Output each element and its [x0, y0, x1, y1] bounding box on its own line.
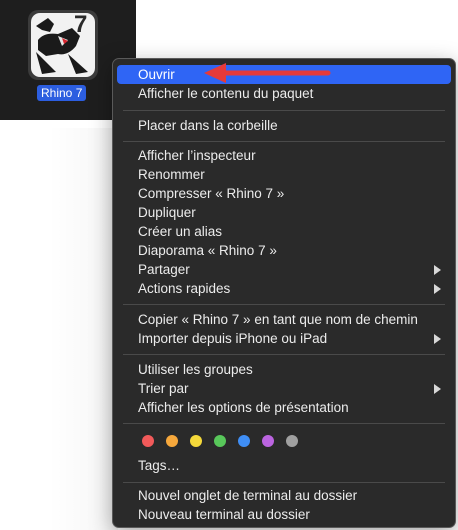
menu-separator — [123, 304, 445, 305]
icon-digit: 7 — [74, 11, 87, 38]
menu-separator — [123, 423, 445, 424]
menu-item-label: Partager — [138, 262, 190, 277]
submenu-arrow-icon — [434, 265, 441, 275]
menu-item-share[interactable]: Partager — [117, 260, 451, 279]
menu-item-make-alias[interactable]: Créer un alias — [117, 222, 451, 241]
menu-item-show-view-options[interactable]: Afficher les options de présentation — [117, 398, 451, 417]
annotation-arrow-icon — [204, 63, 331, 83]
tag-color-dot[interactable] — [166, 435, 178, 447]
menu-item-get-info[interactable]: Afficher l’inspecteur — [117, 146, 451, 165]
menu-item-compress[interactable]: Compresser « Rhino 7 » — [117, 184, 451, 203]
tag-color-dot[interactable] — [262, 435, 274, 447]
menu-shadow — [48, 128, 118, 530]
context-menu: Ouvrir Afficher le contenu du paquet Pla… — [112, 58, 456, 528]
menu-separator — [123, 354, 445, 355]
tag-color-dot[interactable] — [190, 435, 202, 447]
tag-color-dot[interactable] — [286, 435, 298, 447]
menu-item-tags[interactable]: Tags… — [117, 456, 451, 475]
menu-item-duplicate[interactable]: Dupliquer — [117, 203, 451, 222]
submenu-arrow-icon — [434, 384, 441, 394]
tag-color-dot[interactable] — [214, 435, 226, 447]
submenu-arrow-icon — [434, 334, 441, 344]
rhino-app-icon[interactable]: 7 — [28, 10, 98, 80]
rhino-icon: 7 — [31, 11, 95, 77]
menu-item-label: Actions rapides — [138, 281, 231, 296]
tag-color-dot[interactable] — [142, 435, 154, 447]
menu-item-import-from-iphone[interactable]: Importer depuis iPhone ou iPad — [117, 329, 451, 348]
menu-item-new-terminal-tab[interactable]: Nouvel onglet de terminal au dossier — [117, 486, 451, 505]
menu-item-rename[interactable]: Renommer — [117, 165, 451, 184]
app-name-label[interactable]: Rhino 7 — [37, 85, 87, 101]
menu-item-show-package-contents[interactable]: Afficher le contenu du paquet — [117, 84, 451, 103]
menu-separator — [123, 141, 445, 142]
menu-item-move-to-trash[interactable]: Placer dans la corbeille — [117, 116, 451, 135]
menu-item-copy-as-pathname[interactable]: Copier « Rhino 7 » en tant que nom de ch… — [117, 310, 451, 329]
menu-item-quick-look[interactable]: Diaporama « Rhino 7 » — [117, 241, 451, 260]
menu-item-use-groups[interactable]: Utiliser les groupes — [117, 360, 451, 379]
submenu-arrow-icon — [434, 284, 441, 294]
menu-separator — [123, 482, 445, 483]
menu-separator — [123, 110, 445, 111]
menu-item-label: Trier par — [138, 381, 189, 396]
menu-item-label: Importer depuis iPhone ou iPad — [138, 331, 328, 346]
menu-item-new-terminal[interactable]: Nouveau terminal au dossier — [117, 505, 451, 524]
tag-color-dot[interactable] — [238, 435, 250, 447]
menu-item-quick-actions[interactable]: Actions rapides — [117, 279, 451, 298]
menu-item-sort-by[interactable]: Trier par — [117, 379, 451, 398]
